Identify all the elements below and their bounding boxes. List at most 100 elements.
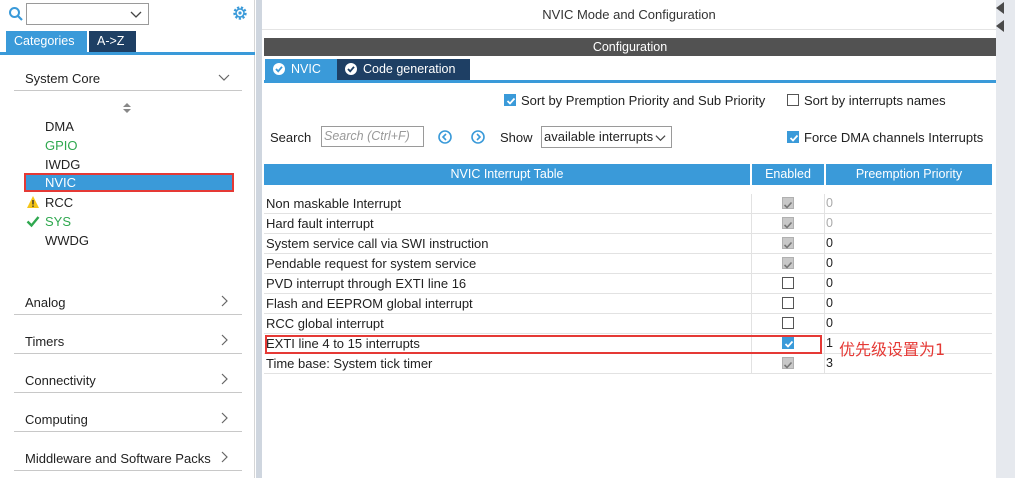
check-circle-icon — [273, 63, 285, 75]
exti-highlight-box — [265, 335, 822, 354]
tab-a-z[interactable]: A->Z — [89, 31, 136, 52]
interrupt-name: Flash and EEPROM global interrupt — [266, 296, 473, 311]
enabled-checkbox — [782, 217, 794, 229]
enabled-checkbox — [782, 357, 794, 369]
enabled-checkbox — [782, 197, 794, 209]
page-title: NVIC Mode and Configuration — [262, 0, 996, 30]
interrupt-name: PVD interrupt through EXTI line 16 — [266, 276, 467, 291]
table-row[interactable]: Hard fault interrupt 0 — [264, 214, 992, 234]
next-icon[interactable] — [471, 130, 485, 144]
tab-underline — [264, 80, 996, 83]
chevron-right-icon — [221, 451, 228, 463]
category-computing[interactable]: Computing — [14, 406, 242, 432]
configuration-header: Configuration — [264, 38, 996, 56]
category-label: Timers — [25, 334, 65, 349]
sort-names-checkbox[interactable] — [787, 94, 799, 106]
table-header: NVIC Interrupt Table Enabled Preemption … — [264, 164, 992, 185]
category-label: Computing — [25, 412, 88, 427]
warning-icon — [27, 196, 39, 208]
search-label: Search — [270, 130, 312, 145]
tab-label: NVIC — [291, 62, 321, 76]
table-row[interactable]: Pendable request for system service 0 — [264, 254, 992, 274]
priority-value[interactable]: 0 — [826, 316, 833, 330]
previous-icon[interactable] — [438, 130, 452, 144]
priority-value[interactable]: 0 — [826, 296, 833, 310]
tab-nvic[interactable]: NVIC — [265, 59, 337, 80]
category-label: Analog — [25, 295, 66, 310]
sidebar-item-wwdg[interactable]: WWDG — [45, 231, 89, 250]
category-timers[interactable]: Timers — [14, 328, 242, 354]
table-row[interactable]: Non maskable Interrupt 0 — [264, 194, 992, 214]
priority-value[interactable]: 0 — [826, 196, 833, 210]
sidebar-item-iwdg[interactable]: IWDG — [45, 155, 80, 174]
priority-value[interactable]: 0 — [826, 276, 833, 290]
right-panel: NVIC Mode and Configuration Configuratio… — [262, 0, 996, 478]
chevron-down-icon — [655, 135, 666, 142]
enabled-checkbox[interactable] — [782, 277, 794, 289]
interrupt-name: Pendable request for system service — [266, 256, 477, 271]
priority-value[interactable]: 3 — [826, 356, 833, 370]
priority-value[interactable]: 1 — [826, 336, 833, 350]
priority-value[interactable]: 0 — [826, 216, 833, 230]
enabled-cell — [751, 314, 825, 334]
check-icon — [26, 216, 40, 228]
force-dma-checkbox[interactable] — [787, 131, 799, 143]
category-middleware[interactable]: Middleware and Software Packs — [14, 445, 242, 471]
priority-value[interactable]: 0 — [826, 256, 833, 270]
sidebar-item-label: NVIC — [45, 175, 77, 190]
search-combo[interactable] — [26, 3, 149, 25]
column-header-preemption[interactable]: Preemption Priority — [826, 164, 992, 185]
collapse-left-icon[interactable] — [996, 2, 1004, 14]
table-row[interactable]: System service call via SWI instruction … — [264, 234, 992, 254]
enabled-cell — [751, 194, 825, 214]
chevron-down-icon — [130, 11, 142, 18]
tab-categories[interactable]: Categories — [6, 31, 87, 52]
table-row[interactable]: PVD interrupt through EXTI line 16 0 — [264, 274, 992, 294]
enabled-cell — [751, 214, 825, 234]
sort-premption-checkbox[interactable] — [504, 94, 516, 106]
sort-icon[interactable] — [122, 102, 132, 114]
category-analog[interactable]: Analog — [14, 289, 242, 315]
sidebar-item-sys[interactable]: SYS — [45, 212, 71, 231]
chevron-right-icon — [221, 412, 228, 424]
priority-annotation: 优先级设置为1 — [839, 340, 946, 359]
search-input[interactable]: Search (Ctrl+F) — [321, 126, 424, 147]
category-system-core[interactable]: System Core — [14, 65, 242, 91]
tab-label: Code generation — [363, 62, 456, 76]
table-row[interactable]: RCC global interrupt 0 — [264, 314, 992, 334]
force-dma-label: Force DMA channels Interrupts — [804, 130, 984, 145]
chevron-right-icon — [221, 334, 228, 346]
interrupt-name: System service call via SWI instruction — [266, 236, 489, 251]
category-label: Connectivity — [25, 373, 96, 388]
priority-value[interactable]: 0 — [826, 236, 833, 250]
check-circle-icon — [345, 63, 357, 75]
column-header-interrupt[interactable]: NVIC Interrupt Table — [264, 164, 750, 185]
tab-code-generation[interactable]: Code generation — [337, 59, 470, 80]
collapse-left-icon[interactable] — [996, 20, 1004, 32]
table-row[interactable]: Flash and EEPROM global interrupt 0 — [264, 294, 992, 314]
show-select[interactable]: available interrupts — [541, 126, 672, 148]
category-label: System Core — [25, 71, 101, 86]
sort-names-label: Sort by interrupts names — [804, 93, 946, 108]
enabled-checkbox[interactable] — [782, 297, 794, 309]
chevron-down-icon — [218, 74, 230, 81]
left-panel: Categories A->Z System Core DMA GPIO IWD… — [0, 0, 255, 478]
tab-underline — [0, 52, 255, 55]
search-icon[interactable] — [8, 6, 24, 22]
column-header-enabled[interactable]: Enabled — [752, 164, 824, 185]
enabled-checkbox — [782, 257, 794, 269]
enabled-checkbox[interactable] — [782, 317, 794, 329]
sidebar-item-gpio[interactable]: GPIO — [45, 136, 78, 155]
enabled-cell — [751, 234, 825, 254]
category-label: Middleware and Software Packs — [25, 451, 211, 466]
sidebar-item-rcc[interactable]: RCC — [45, 193, 73, 212]
enabled-cell — [751, 254, 825, 274]
gear-icon[interactable] — [231, 4, 249, 22]
interrupt-name: Non maskable Interrupt — [266, 196, 402, 211]
category-connectivity[interactable]: Connectivity — [14, 367, 242, 393]
enabled-checkbox — [782, 237, 794, 249]
show-label: Show — [500, 130, 533, 145]
sidebar-item-nvic[interactable]: NVIC — [24, 173, 234, 192]
enabled-cell — [751, 354, 825, 374]
sidebar-item-dma[interactable]: DMA — [45, 117, 74, 136]
